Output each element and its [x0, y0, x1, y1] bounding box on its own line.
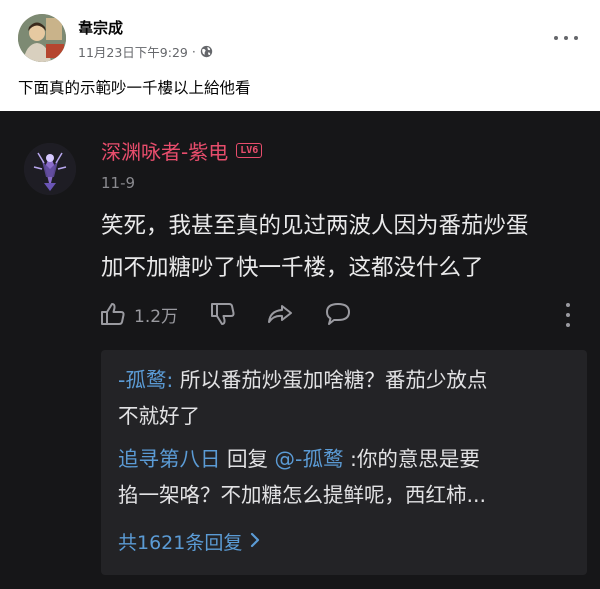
view-all-replies-label: 共1621条回复 [118, 532, 243, 554]
reply-2-text: :你的意思是要 [343, 447, 480, 471]
author-name[interactable]: 韋宗成 [78, 17, 123, 38]
post-text: 下面真的示範吵一千樓以上給他看 [18, 79, 251, 97]
view-all-replies-link[interactable]: 共1621条回复 [118, 528, 262, 555]
reply-preview-box[interactable]: -孤鹜: 所以番茄炒蛋加啥糖？番茄少放点 不就好了 追寻第八日 回复 @-孤鹜 … [101, 350, 587, 575]
reply-1-line-1: -孤鹜: 所以番茄炒蛋加啥糖？番茄少放点 [118, 362, 578, 398]
share-icon [266, 301, 294, 327]
post-meta: 11月23日下午9:29 · [78, 42, 213, 61]
reply-1-user[interactable]: -孤鹜 [118, 368, 166, 392]
chevron-right-icon [248, 531, 262, 553]
thumbs-down-icon [210, 301, 236, 327]
dislike-button[interactable] [210, 301, 236, 327]
globe-icon[interactable] [200, 45, 213, 58]
comment-body-line: 加不加糖吵了快一千楼，这都没什么了 [101, 255, 484, 281]
share-button[interactable] [266, 301, 294, 327]
reply-button[interactable] [324, 301, 352, 327]
commenter-username: 深渊咏者-紫电 LV6 [101, 136, 263, 165]
thumbs-up-icon [100, 301, 126, 327]
meta-separator: · [191, 44, 196, 59]
comment-body-line: 笑死，我甚至真的见过两波人因为番茄炒蛋 [101, 213, 529, 239]
more-horizontal-icon[interactable] [554, 30, 578, 46]
reply-icon [324, 301, 352, 327]
comment-screenshot: 深渊咏者-紫电 LV6 11-9 笑死，我甚至真的见过两波人因为番茄炒蛋 加不加… [0, 111, 600, 589]
reply-2-mention[interactable]: @-孤鹜 [275, 447, 344, 471]
commenter-name[interactable]: 深渊咏者-紫电 [101, 136, 228, 165]
comment-body: 笑死，我甚至真的见过两波人因为番茄炒蛋 加不加糖吵了快一千楼，这都没什么了 [101, 205, 591, 289]
like-button[interactable]: 1.2万 [100, 301, 178, 327]
comment-date: 11-9 [101, 174, 136, 192]
author-avatar[interactable] [18, 14, 66, 62]
post-header: 韋宗成 11月23日下午9:29 · 下面真的示範吵一千樓以上給他看 [0, 0, 600, 110]
level-badge: LV6 [236, 143, 263, 158]
post-timestamp[interactable]: 11月23日下午9:29 [78, 42, 188, 61]
more-vertical-icon[interactable] [566, 303, 572, 327]
like-count: 1.2万 [134, 306, 179, 327]
reply-2-user[interactable]: 追寻第八日 [118, 447, 221, 471]
comment-actions: 1.2万 [100, 301, 590, 331]
reply-2-reply-word: 回复 [220, 447, 275, 471]
reply-2-line-2: 掐一架咯？不加糖怎么提鲜呢，西红柿... [118, 483, 487, 507]
commenter-avatar[interactable] [24, 143, 76, 195]
reply-1-line-2: 不就好了 [118, 404, 200, 428]
reply-2-line-1: 追寻第八日 回复 @-孤鹜 :你的意思是要 [118, 441, 578, 477]
reply-1-text: 所以番茄炒蛋加啥糖？番茄少放点 [173, 368, 488, 392]
